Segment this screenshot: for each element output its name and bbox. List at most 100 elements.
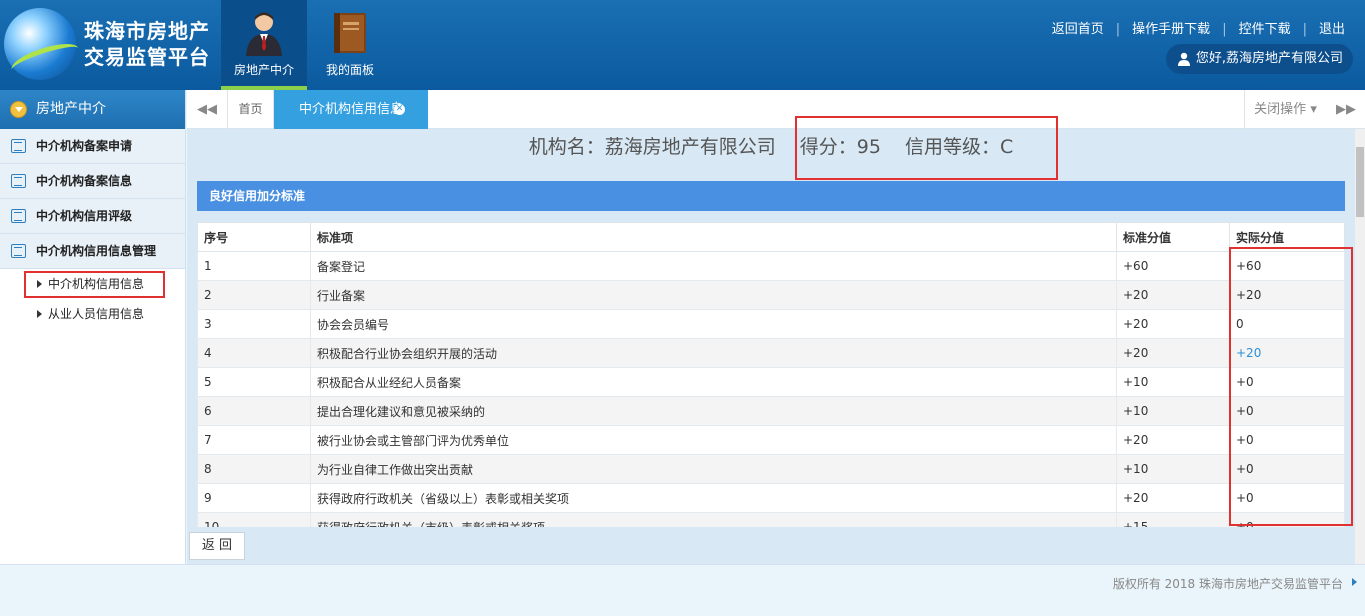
nav-tab-label: 房地产中介 (233, 63, 294, 77)
back-button[interactable]: 返 回 (189, 532, 245, 560)
tab-home[interactable]: 首页 (227, 90, 274, 129)
cell-item: 协会会员编号 (310, 309, 1117, 339)
table-row: 4 积极配合行业协会组织开展的活动 +20 +20 (197, 338, 1345, 368)
cell-std: +10 (1116, 396, 1230, 426)
close-ops-label: 关闭操作 (1254, 102, 1307, 117)
list-icon (11, 244, 26, 258)
table-row: 5 积极配合从业经纪人员备案 +10 +0 (197, 367, 1345, 397)
sidebar-item-filing-apply[interactable]: 中介机构备案申请 (0, 129, 185, 164)
app-title-line1: 珠海市房地产 (84, 19, 210, 43)
sidebar-item-label: 中介机构信用信息管理 (36, 244, 157, 258)
cell-no: 3 (197, 309, 311, 339)
app-title-line2: 交易监管平台 (84, 45, 210, 69)
user-greeting-text: 您好,荔海房地产有限公司 (1195, 51, 1343, 66)
cell-item: 行业备案 (310, 280, 1117, 310)
panel-title: 良好信用加分标准 (197, 181, 1345, 211)
sidebar: 房地产中介 中介机构备案申请 中介机构备案信息 中介机构信用评级 中介机构信用信… (0, 90, 186, 564)
sidebar-subitem-staff-credit[interactable]: 从业人员信用信息 (0, 299, 185, 329)
list-icon (11, 174, 26, 188)
manual-download-link[interactable]: 操作手册下载 (1132, 22, 1210, 37)
highlight-box-actual-column (1229, 247, 1353, 526)
table-row: 7 被行业协会或主管部门评为优秀单位 +20 +0 (197, 425, 1345, 455)
sidebar-header[interactable]: 房地产中介 (0, 90, 185, 129)
cell-std: +20 (1116, 338, 1230, 368)
cell-item: 获得政府行政机关（省级以上）表彰或相关奖项 (310, 483, 1117, 513)
nav-tab-label: 我的面板 (325, 63, 374, 77)
list-icon (11, 139, 26, 153)
cell-no: 4 (197, 338, 311, 368)
chevron-down-icon (10, 101, 27, 118)
scrollbar-thumb[interactable] (1356, 147, 1364, 217)
org-summary: 机构名：荔海房地产有限公司 得分：95 信用等级：C (187, 129, 1355, 167)
sidebar-item-filing-info[interactable]: 中介机构备案信息 (0, 164, 185, 199)
credit-table: 序号 标准项 标准分值 实际分值 1 备案登记 +60 +60 2 行业备案 +20 +20… (197, 222, 1345, 542)
table-row: 3 协会会员编号 +20 0 (197, 309, 1345, 339)
tab-agency-credit[interactable]: 中介机构信用信息 ✕ (274, 90, 428, 129)
cell-item: 提出合理化建议和意见被采纳的 (310, 396, 1117, 426)
cell-std: +20 (1116, 425, 1230, 455)
vertical-scrollbar[interactable] (1355, 129, 1365, 564)
sidebar-header-label: 房地产中介 (36, 101, 106, 117)
agent-person-icon (246, 12, 282, 56)
nav-tab-realestate-agency[interactable]: 房地产中介 (221, 0, 307, 90)
cell-no: 9 (197, 483, 311, 513)
footer: 版权所有 2018 珠海市房地产交易监管平台 (0, 564, 1365, 616)
home-link[interactable]: 返回首页 (1052, 22, 1104, 37)
cell-std: +20 (1116, 483, 1230, 513)
top-links: 返回首页 | 操作手册下载 | 控件下载 | 退出 (1051, 22, 1345, 37)
table-header-row: 序号 标准项 标准分值 实际分值 (197, 222, 1345, 252)
table-row: 6 提出合理化建议和意见被采纳的 +10 +0 (197, 396, 1345, 426)
cell-no: 8 (197, 454, 311, 484)
cell-no: 5 (197, 367, 311, 397)
triangle-right-icon (1352, 578, 1357, 586)
org-name: 机构名：荔海房地产有限公司 (528, 136, 776, 158)
sidebar-item-label: 中介机构备案申请 (36, 139, 133, 153)
app-title: 珠海市房地产 交易监管平台 (84, 18, 210, 70)
cell-item: 积极配合从业经纪人员备案 (310, 367, 1117, 397)
cell-item: 为行业自律工作做出突出贡献 (310, 454, 1117, 484)
cell-std: +10 (1116, 454, 1230, 484)
book-icon (334, 13, 366, 53)
highlight-box-score (795, 116, 1058, 180)
col-header: 标准分值 (1116, 222, 1230, 252)
scroll-right-icon[interactable]: ▶▶ (1326, 90, 1365, 129)
table-row: 2 行业备案 +20 +20 (197, 280, 1345, 310)
cell-no: 7 (197, 425, 311, 455)
user-greeting[interactable]: 您好,荔海房地产有限公司 (1165, 44, 1353, 74)
scroll-left-icon[interactable]: ◀◀ (187, 90, 227, 129)
user-icon (1177, 52, 1190, 66)
table-row: 1 备案登记 +60 +60 (197, 251, 1345, 281)
cell-std: +20 (1116, 309, 1230, 339)
close-icon[interactable]: ✕ (394, 104, 405, 115)
table-row: 9 获得政府行政机关（省级以上）表彰或相关奖项 +20 +0 (197, 483, 1345, 513)
sidebar-item-label: 中介机构备案信息 (36, 174, 133, 188)
table-row: 8 为行业自律工作做出突出贡献 +10 +0 (197, 454, 1345, 484)
nav-tab-my-panel[interactable]: 我的面板 (307, 0, 393, 90)
tab-label: 中介机构信用信息 (299, 102, 404, 117)
sidebar-item-credit-mgmt[interactable]: 中介机构信用信息管理 (0, 234, 185, 269)
close-operations-dropdown[interactable]: 关闭操作 ▾ (1244, 90, 1326, 129)
plugin-download-link[interactable]: 控件下载 (1239, 22, 1291, 37)
app-header: 珠海市房地产 交易监管平台 房地产中介 我的面板 返回首页 | 操作手册下载 | 控件下… (0, 0, 1365, 90)
sidebar-item-label: 中介机构信用评级 (36, 209, 133, 223)
sidebar-item-credit-rating[interactable]: 中介机构信用评级 (0, 199, 185, 234)
highlight-box-subitem (24, 271, 165, 298)
cell-std: +60 (1116, 251, 1230, 281)
cell-item: 备案登记 (310, 251, 1117, 281)
col-header: 标准项 (310, 222, 1117, 252)
bottom-bar: 返 回 (187, 527, 1355, 564)
cell-std: +10 (1116, 367, 1230, 397)
col-header: 序号 (197, 222, 311, 252)
tab-bar: ◀◀ 首页 中介机构信用信息 ✕ 关闭操作 ▾ ▶▶ (187, 90, 1365, 129)
cell-item: 积极配合行业协会组织开展的活动 (310, 338, 1117, 368)
cell-std: +20 (1116, 280, 1230, 310)
cell-item: 被行业协会或主管部门评为优秀单位 (310, 425, 1117, 455)
list-icon (11, 209, 26, 223)
caret-down-icon: ▾ (1310, 102, 1317, 117)
main-content: 机构名：荔海房地产有限公司 得分：95 信用等级：C 良好信用加分标准 序号 标准项… (187, 129, 1355, 564)
sidebar-subitem-label: 从业人员信用信息 (48, 307, 145, 321)
cell-no: 6 (197, 396, 311, 426)
cell-no: 1 (197, 251, 311, 281)
cell-no: 2 (197, 280, 311, 310)
logout-link[interactable]: 退出 (1319, 22, 1345, 37)
